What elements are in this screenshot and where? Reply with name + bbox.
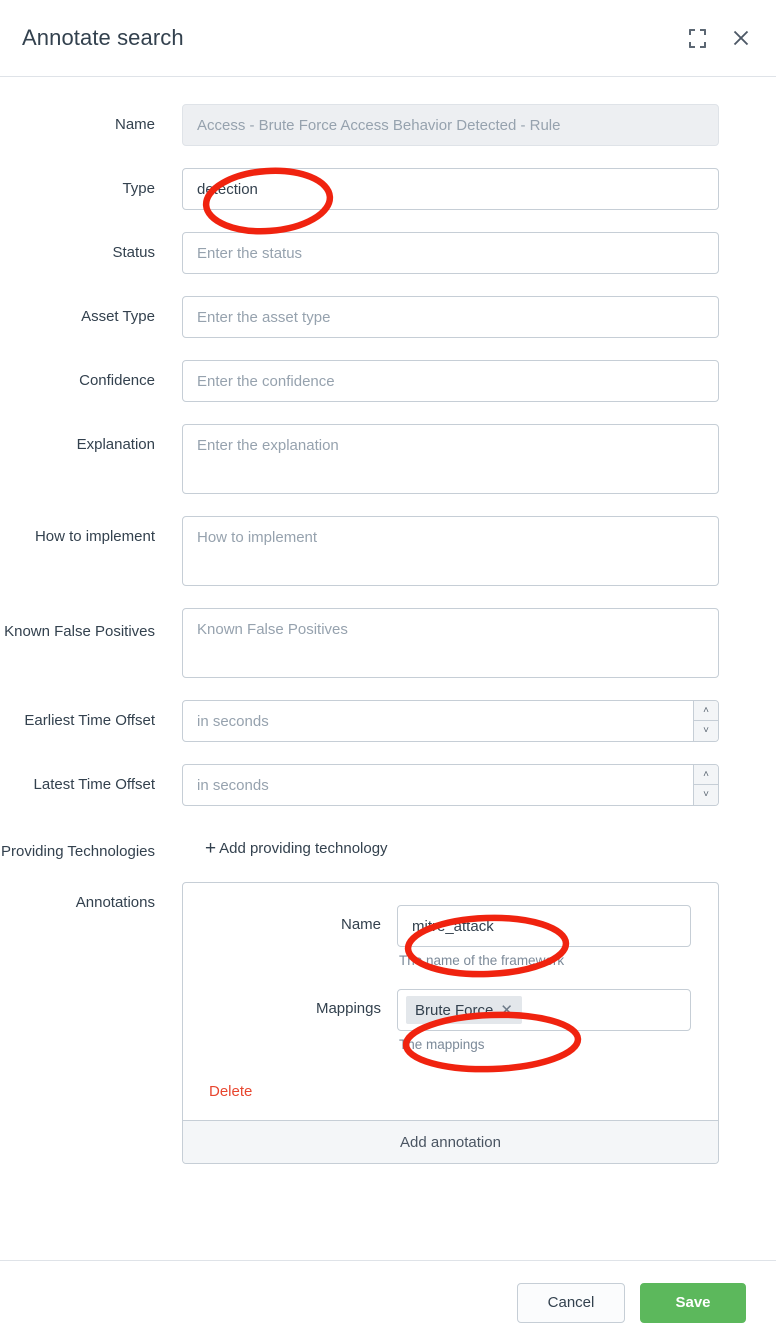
earliest-time-offset-input[interactable] [182, 700, 719, 742]
field-explanation [182, 424, 746, 494]
stepper-up-icon[interactable]: ˄ [694, 701, 718, 721]
close-icon[interactable] [730, 27, 752, 49]
add-providing-technology-button[interactable]: + Add providing technology [199, 828, 394, 859]
chip-remove-x-icon[interactable]: ✕ [500, 1003, 513, 1018]
annotation-name-label: Name [340, 916, 381, 933]
known-false-positives-textarea[interactable] [182, 608, 719, 678]
form-row-earliest-time-offset: Earliest Time Offset ˄ ˅ [0, 700, 746, 742]
label-providing-technologies: Providing Technologies [1, 843, 155, 860]
form-row-explanation: Explanation [0, 424, 746, 494]
form-row-asset-type: Asset Type [0, 296, 746, 338]
form-row-annotations: Annotations Name The name of the framewo… [0, 882, 746, 1164]
annotation-item: Name The name of the framework Mappings [183, 883, 718, 1120]
cancel-button[interactable]: Cancel [517, 1282, 625, 1323]
expand-square-icon[interactable] [686, 27, 708, 49]
field-type [182, 168, 746, 210]
mapping-chip-label: Brute Force [415, 1001, 494, 1019]
field-status [182, 232, 746, 274]
field-asset-type [182, 296, 746, 338]
label-asset-type: Asset Type [81, 308, 155, 325]
save-button[interactable]: Save [640, 1282, 746, 1323]
status-input[interactable] [182, 232, 719, 274]
label-how-to-implement: How to implement [34, 528, 155, 545]
earliest-time-offset-stepper: ˄ ˅ [693, 701, 718, 741]
label-latest-time-offset: Latest Time Offset [33, 776, 155, 793]
field-confidence [182, 360, 746, 402]
label-type: Type [122, 180, 155, 197]
annotation-mappings-label: Mappings [315, 1000, 381, 1017]
label-explanation: Explanation [76, 436, 155, 453]
annotation-name-help: The name of the framework [399, 953, 565, 968]
label-confidence: Confidence [79, 372, 155, 389]
label-known-false-positives: Known False Positives [4, 623, 155, 640]
annotation-name-row: Name The name of the framework [197, 905, 704, 984]
form-row-confidence: Confidence [0, 360, 746, 402]
annotation-mappings-field: Brute Force ✕ The mappings [397, 989, 704, 1068]
latest-time-offset-stepper: ˄ ˅ [693, 765, 718, 805]
explanation-textarea[interactable] [182, 424, 719, 494]
label-status: Status [112, 244, 155, 261]
stepper-down-icon[interactable]: ˅ [694, 785, 718, 805]
type-input[interactable] [182, 168, 719, 210]
close-x-glyph [733, 30, 749, 46]
expand-square-glyph [688, 28, 706, 48]
latest-time-offset-input[interactable] [182, 764, 719, 806]
label-earliest-time-offset: Earliest Time Offset [24, 712, 155, 729]
annotate-search-modal: Annotate search Name Type [0, 0, 776, 1344]
how-to-implement-textarea[interactable] [182, 516, 719, 586]
form-row-known-false-positives: Known False Positives [0, 608, 746, 678]
label-annotations: Annotations [75, 894, 155, 911]
modal-footer: Cancel Save [0, 1260, 776, 1344]
plus-icon: + [205, 838, 217, 859]
mappings-chip-input[interactable]: Brute Force ✕ [397, 989, 691, 1031]
stepper-down-icon[interactable]: ˅ [694, 721, 718, 741]
field-providing-technologies: + Add providing technology [182, 828, 746, 859]
field-name [182, 104, 746, 146]
add-providing-technology-label: Add providing technology [219, 840, 388, 857]
mapping-chip[interactable]: Brute Force ✕ [406, 996, 522, 1024]
annotation-mappings-help: The mappings [399, 1037, 485, 1052]
delete-annotation-button[interactable]: Delete [209, 1083, 252, 1100]
latest-time-offset-wrap: ˄ ˅ [182, 764, 719, 806]
header-actions [686, 27, 752, 49]
field-earliest-time-offset: ˄ ˅ [182, 700, 746, 742]
annotation-name-input[interactable] [397, 905, 691, 947]
form-row-latest-time-offset: Latest Time Offset ˄ ˅ [0, 764, 746, 806]
earliest-time-offset-wrap: ˄ ˅ [182, 700, 719, 742]
annotation-mappings-row: Mappings Brute Force ✕ The mappings [197, 989, 704, 1068]
field-annotations: Name The name of the framework Mappings [182, 882, 746, 1164]
name-input[interactable] [182, 104, 719, 146]
annotations-panel: Name The name of the framework Mappings [182, 882, 719, 1164]
confidence-input[interactable] [182, 360, 719, 402]
add-annotation-button[interactable]: Add annotation [183, 1120, 718, 1163]
form-row-how-to-implement: How to implement [0, 516, 746, 586]
field-known-false-positives [182, 608, 746, 678]
field-how-to-implement [182, 516, 746, 586]
modal-header: Annotate search [0, 0, 776, 77]
modal-body: Name Type Status Asset Type [0, 77, 776, 1260]
asset-type-input[interactable] [182, 296, 719, 338]
form-row-status: Status [0, 232, 746, 274]
annotation-name-field: The name of the framework [397, 905, 704, 984]
form-row-name: Name [0, 104, 746, 146]
label-name: Name [114, 116, 155, 133]
page-title: Annotate search [22, 25, 184, 50]
field-latest-time-offset: ˄ ˅ [182, 764, 746, 806]
form-row-type: Type [0, 168, 746, 210]
form-row-providing-technologies: Providing Technologies + Add providing t… [0, 828, 746, 864]
stepper-up-icon[interactable]: ˄ [694, 765, 718, 785]
